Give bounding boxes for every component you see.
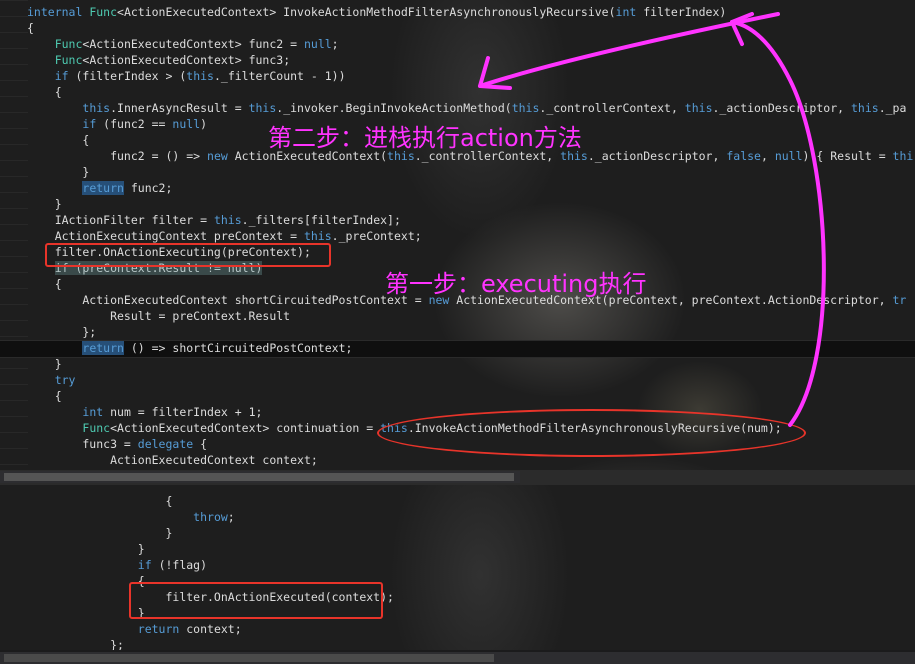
annotation-step2: 第二步：进栈执行action方法 <box>268 124 582 152</box>
magenta-arrow-to-action <box>478 12 780 88</box>
magenta-arrow-recursion <box>730 20 826 427</box>
annotation-step1: 第一步：executing执行 <box>385 270 647 298</box>
annotation-arrows <box>478 12 826 427</box>
